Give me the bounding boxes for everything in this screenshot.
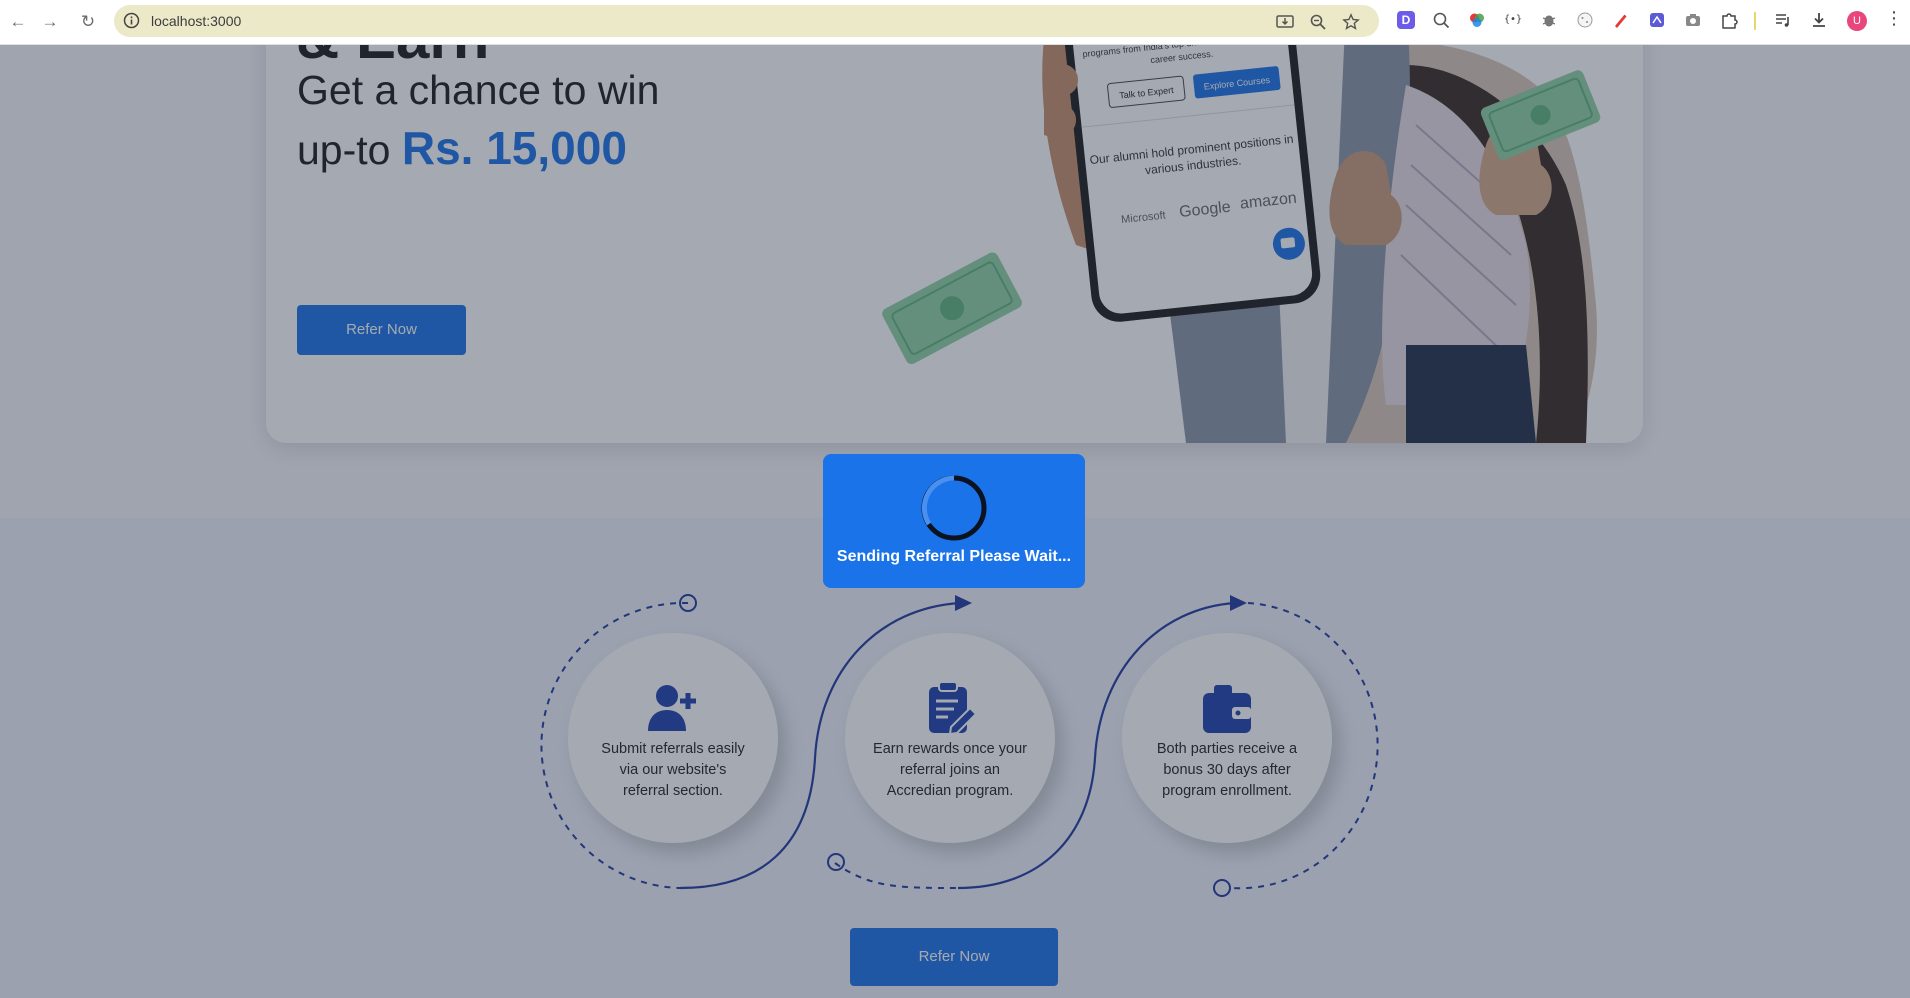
profile-avatar[interactable]: U (1847, 11, 1867, 31)
extension-cookie-icon[interactable] (1576, 11, 1594, 29)
extension-d-icon[interactable]: D (1397, 11, 1415, 29)
sending-referral-message: Sending Referral Please Wait... (836, 548, 1072, 565)
extensions-puzzle-icon[interactable] (1720, 11, 1738, 29)
browser-toolbar: ← → ↻ localhost:3000 D {•} U ⋮ (0, 0, 1910, 45)
bookmark-star-icon[interactable] (1342, 13, 1360, 31)
toolbar-divider (1754, 12, 1756, 30)
reload-icon[interactable]: ↻ (76, 10, 100, 34)
address-bar[interactable]: localhost:3000 (114, 5, 1379, 37)
site-info-icon[interactable] (123, 12, 140, 29)
back-icon[interactable]: ← (6, 10, 30, 34)
extension-pen-icon[interactable] (1612, 11, 1630, 29)
url-text: localhost:3000 (151, 13, 242, 29)
install-app-icon[interactable] (1276, 13, 1294, 31)
browser-menu-icon[interactable]: ⋮ (1885, 8, 1903, 29)
extension-box-icon[interactable] (1648, 11, 1666, 29)
extension-bug-icon[interactable] (1540, 11, 1558, 29)
extension-search-icon[interactable] (1432, 11, 1450, 29)
extension-json-icon[interactable]: {•} (1504, 11, 1522, 29)
sending-referral-dialog: Sending Referral Please Wait... (823, 454, 1085, 588)
forward-icon[interactable]: → (38, 10, 62, 34)
extension-color-picker-icon[interactable] (1468, 11, 1486, 29)
extension-camera-icon[interactable] (1684, 11, 1702, 29)
media-controls-icon[interactable] (1774, 11, 1792, 29)
loading-spinner-icon (921, 475, 987, 541)
zoom-icon[interactable] (1309, 13, 1327, 31)
downloads-icon[interactable] (1810, 11, 1828, 29)
